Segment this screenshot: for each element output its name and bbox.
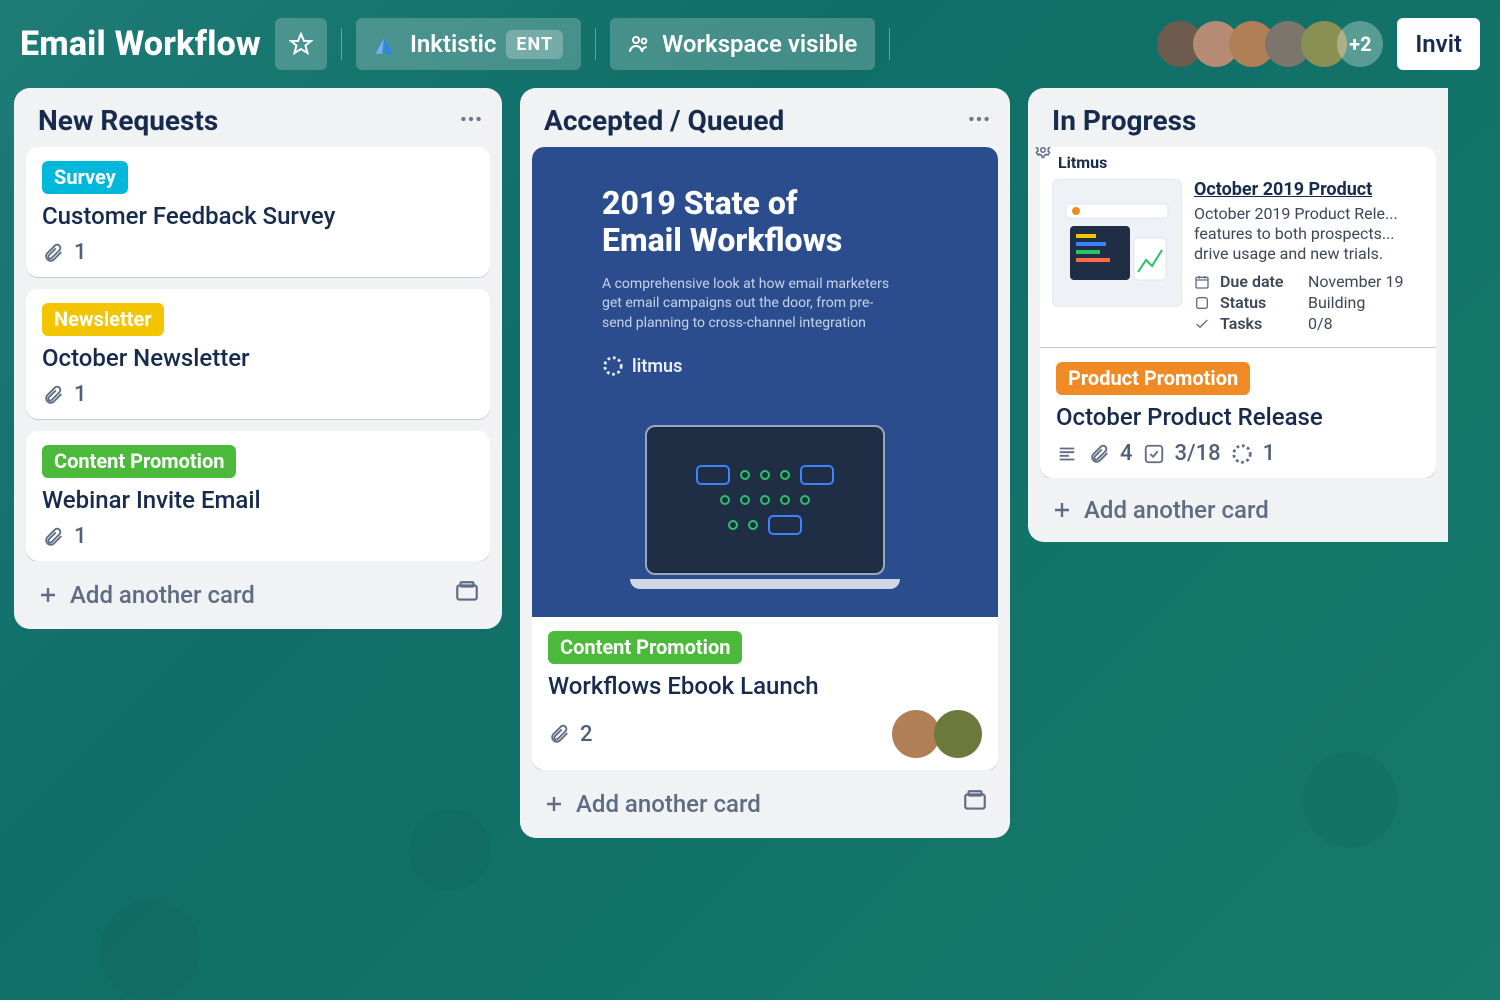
sticker-count: 1 <box>1263 441 1276 466</box>
meta-key: Due date <box>1220 272 1298 291</box>
meta-key: Status <box>1220 293 1298 312</box>
card[interactable]: Survey Customer Feedback Survey 1 <box>26 147 490 277</box>
card-template-button[interactable] <box>454 579 480 611</box>
card-label[interactable]: Product Promotion <box>1056 362 1250 395</box>
preview-desc: October 2019 Product Rele... features to… <box>1194 204 1424 264</box>
cover-headline: Email Workflows <box>602 221 842 259</box>
attachment-count: 4 <box>1120 441 1133 466</box>
card-label[interactable]: Survey <box>42 161 128 194</box>
card[interactable]: Product Promotion October Product Releas… <box>1040 347 1436 478</box>
card-title: Webinar Invite Email <box>42 486 474 514</box>
checklist-icon <box>1194 316 1210 332</box>
avatar[interactable] <box>892 710 940 758</box>
add-card-button[interactable]: Add another card <box>70 581 255 609</box>
attachment-count: 1 <box>74 240 87 265</box>
board-canvas[interactable]: New Requests Survey Customer Feedback Su… <box>0 84 1500 996</box>
more-icon <box>966 106 992 132</box>
list-new-requests: New Requests Survey Customer Feedback Su… <box>14 88 502 629</box>
meta-val: November 19 <box>1308 272 1403 291</box>
meta-val: Building <box>1308 293 1365 312</box>
card-title: October Product Release <box>1056 403 1420 431</box>
card[interactable]: 2019 State of Email Workflows A comprehe… <box>532 147 998 770</box>
attachment-count: 1 <box>74 524 87 549</box>
attachment-icon <box>42 526 64 548</box>
card[interactable]: Content Promotion Webinar Invite Email 1 <box>26 431 490 561</box>
card-back-preview[interactable]: Litmus October 2019 Product <box>1040 147 1436 347</box>
add-card-button[interactable]: Add another card <box>576 790 761 818</box>
card-members[interactable] <box>898 710 982 758</box>
add-card-button[interactable]: Add another card <box>1084 496 1269 524</box>
checklist-icon <box>1143 443 1165 465</box>
list-in-progress: In Progress Litmus <box>1028 88 1448 542</box>
divider <box>595 28 596 60</box>
sticker-icon <box>1231 443 1253 465</box>
invite-button[interactable]: Invit <box>1397 18 1480 70</box>
cover-headline: 2019 State of <box>602 184 797 222</box>
list-title[interactable]: Accepted / Queued <box>544 104 784 137</box>
checklist-count: 3/18 <box>1175 441 1221 466</box>
card-label[interactable]: Content Promotion <box>42 445 236 478</box>
meta-key: Tasks <box>1220 314 1298 333</box>
divider <box>889 28 890 60</box>
divider <box>341 28 342 60</box>
more-icon <box>458 106 484 132</box>
plus-icon <box>36 583 60 607</box>
board-header: Email Workflow Inktistic ENT Workspace v… <box>0 0 1500 84</box>
card-cover: 2019 State of Email Workflows A comprehe… <box>532 147 998 617</box>
list-menu-button[interactable] <box>458 106 484 136</box>
status-icon <box>1194 295 1210 311</box>
calendar-icon <box>1194 274 1210 290</box>
attachment-icon <box>42 384 64 406</box>
card-label[interactable]: Content Promotion <box>548 631 742 664</box>
attachment-icon <box>1088 443 1110 465</box>
list-title[interactable]: New Requests <box>38 104 218 137</box>
card-label[interactable]: Newsletter <box>42 303 164 336</box>
card-template-button[interactable] <box>962 788 988 820</box>
preview-title: October 2019 Product <box>1194 179 1424 200</box>
avatar[interactable] <box>934 710 982 758</box>
attachment-count: 2 <box>580 722 593 747</box>
gear-icon <box>1034 147 1052 159</box>
workspace-tier-badge: ENT <box>506 30 563 59</box>
card-title: Workflows Ebook Launch <box>548 672 982 700</box>
card[interactable]: Newsletter October Newsletter 1 <box>26 289 490 419</box>
card-title: Customer Feedback Survey <box>42 202 474 230</box>
cover-brand: litmus <box>632 356 682 377</box>
board-title[interactable]: Email Workflow <box>20 24 261 64</box>
visibility-chip[interactable]: Workspace visible <box>610 18 875 70</box>
workspace-chip[interactable]: Inktistic ENT <box>356 18 581 70</box>
attachment-icon <box>42 242 64 264</box>
description-icon <box>1056 443 1078 465</box>
meta-val: 0/8 <box>1308 314 1333 333</box>
preview-brand: Litmus <box>1058 153 1107 172</box>
list-title[interactable]: In Progress <box>1052 104 1196 137</box>
invite-label: Invit <box>1415 30 1462 58</box>
people-icon <box>628 32 652 56</box>
star-icon <box>289 32 313 56</box>
visibility-label: Workspace visible <box>662 30 857 58</box>
litmus-icon <box>602 355 624 377</box>
attachment-icon <box>548 723 570 745</box>
attachment-count: 1 <box>74 382 87 407</box>
cover-sub: A comprehensive look at how email market… <box>602 275 902 334</box>
atlassian-icon <box>374 31 400 57</box>
board-members[interactable]: +2 <box>1157 21 1383 67</box>
plus-icon <box>1050 498 1074 522</box>
list-menu-button[interactable] <box>966 106 992 136</box>
list-accepted-queued: Accepted / Queued 2019 State of Email Wo… <box>520 88 1010 838</box>
preview-thumbnail <box>1052 179 1182 307</box>
avatar-overflow[interactable]: +2 <box>1337 21 1383 67</box>
workspace-name: Inktistic <box>410 30 496 58</box>
star-button[interactable] <box>275 18 327 70</box>
card-title: October Newsletter <box>42 344 474 372</box>
plus-icon <box>542 792 566 816</box>
cover-illustration <box>630 425 900 595</box>
